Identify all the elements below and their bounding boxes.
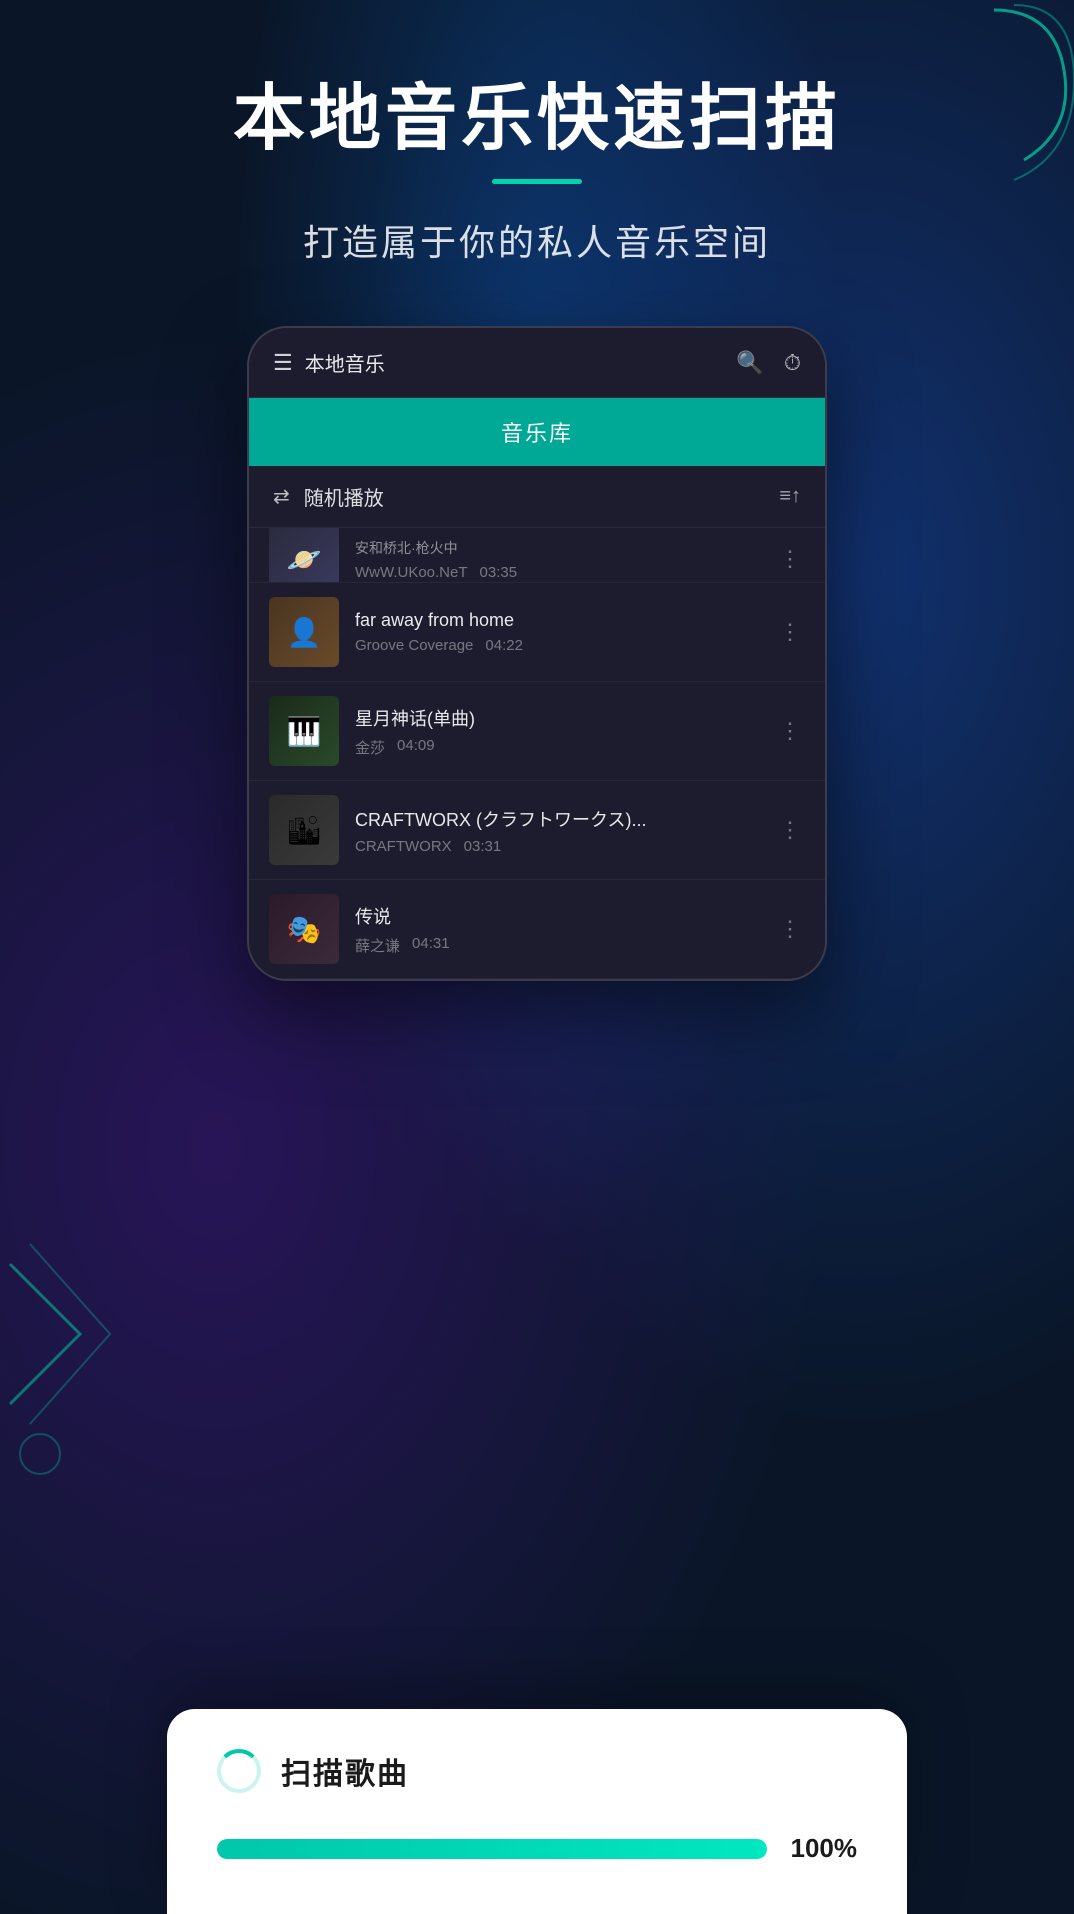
song-duration-0: 03:35: [480, 564, 518, 581]
hamburger-icon[interactable]: ☰: [273, 350, 293, 376]
song-meta-1: Groove Coverage 04:22: [355, 637, 759, 654]
progress-text: 100%: [787, 1833, 857, 1864]
music-library-tab[interactable]: 音乐库: [249, 398, 825, 466]
song-meta-2: 金莎 04:09: [355, 737, 759, 758]
list-item: 🏙 CRAFTWORX (クラフトワークス)... CRAFTWORX 03:3…: [249, 781, 825, 880]
shuffle-icon[interactable]: ⇄: [273, 484, 290, 509]
deco-bottom-left: [0, 1214, 180, 1514]
list-item: 🎭 传说 薛之谦 04:31 ⋮: [249, 880, 825, 979]
song-meta-3: CRAFTWORX 03:31: [355, 838, 759, 855]
app-header-title: 本地音乐: [305, 348, 385, 377]
song-artist-2: 金莎: [355, 737, 385, 758]
song-duration-4: 04:31: [412, 935, 450, 956]
song-title-1: far away from home: [355, 610, 759, 631]
timer-icon[interactable]: ⏱: [784, 350, 801, 376]
song-more-2[interactable]: ⋮: [775, 714, 805, 748]
song-more-1[interactable]: ⋮: [775, 615, 805, 649]
sort-icon[interactable]: ≡↑: [779, 485, 801, 508]
song-more-0[interactable]: ⋮: [775, 542, 805, 576]
album-art-0: 🪐: [269, 528, 339, 583]
song-more-4[interactable]: ⋮: [775, 912, 805, 946]
song-info-3: CRAFTWORX (クラフトワークス)... CRAFTWORX 03:31: [355, 806, 759, 855]
progress-container: 100%: [217, 1833, 857, 1864]
song-list: 🪐 安和桥北·枪火中 WwW.UKoo.NeT 03:35 ⋮ 👤 far: [249, 528, 825, 979]
song-info-4: 传说 薛之谦 04:31: [355, 903, 759, 956]
song-artist-4: 薛之谦: [355, 935, 400, 956]
song-info-1: far away from home Groove Coverage 04:22: [355, 610, 759, 654]
scan-title: 扫描歌曲: [281, 1749, 409, 1793]
album-art-3: 🏙: [269, 795, 339, 865]
app-header: ☰ 本地音乐 🔍 ⏱: [249, 328, 825, 398]
song-more-3[interactable]: ⋮: [775, 813, 805, 847]
song-artist-1: Groove Coverage: [355, 637, 473, 654]
progress-bar-background: [217, 1839, 767, 1859]
song-title-4: 传说: [355, 903, 759, 929]
list-item: 🎹 星月神话(单曲) 金莎 04:09 ⋮: [249, 682, 825, 781]
shuffle-row: ⇄ 随机播放 ≡↑: [249, 466, 825, 528]
song-duration-2: 04:09: [397, 737, 435, 758]
scan-header: 扫描歌曲: [217, 1749, 857, 1793]
sub-title: 打造属于你的私人音乐空间: [303, 214, 771, 266]
song-title-2: 星月神话(单曲): [355, 705, 759, 731]
song-info-2: 星月神话(单曲) 金莎 04:09: [355, 705, 759, 758]
song-artist-3: CRAFTWORX: [355, 838, 452, 855]
scan-spinner: [217, 1749, 261, 1793]
title-underline: [492, 179, 582, 184]
shuffle-label: 随机播放: [304, 482, 384, 511]
song-meta-0: WwW.UKoo.NeT 03:35: [355, 564, 759, 581]
progress-bar-fill: [217, 1839, 767, 1859]
music-library-label: 音乐库: [501, 421, 573, 446]
list-item: 👤 far away from home Groove Coverage 04:…: [249, 583, 825, 682]
song-duration-1: 04:22: [485, 637, 523, 654]
song-meta-4: 薛之谦 04:31: [355, 935, 759, 956]
search-icon[interactable]: 🔍: [736, 350, 763, 376]
album-art-4: 🎭: [269, 894, 339, 964]
scan-dialog: 扫描歌曲 100%: [167, 1709, 907, 1914]
song-item-partial: 🪐 安和桥北·枪火中 WwW.UKoo.NeT 03:35 ⋮: [249, 528, 825, 583]
song-title-3: CRAFTWORX (クラフトワークス)...: [355, 806, 759, 832]
shuffle-left: ⇄ 随机播放: [273, 482, 384, 511]
album-art-1: 👤: [269, 597, 339, 667]
header-left: ☰ 本地音乐: [273, 348, 385, 377]
song-info-0: 安和桥北·枪火中 WwW.UKoo.NeT 03:35: [355, 538, 759, 581]
album-art-2: 🎹: [269, 696, 339, 766]
header-icons: 🔍 ⏱: [736, 350, 801, 376]
main-title: 本地音乐快速扫描: [233, 80, 841, 159]
song-artist-0: WwW.UKoo.NeT: [355, 564, 468, 581]
main-content: 本地音乐快速扫描 打造属于你的私人音乐空间 ☰ 本地音乐 🔍 ⏱ 音乐库 ⇄ 随…: [0, 0, 1074, 981]
phone-mockup: ☰ 本地音乐 🔍 ⏱ 音乐库 ⇄ 随机播放 ≡↑ 🪐: [247, 326, 827, 981]
song-title-0: 安和桥北·枪火中: [355, 538, 759, 558]
song-duration-3: 03:31: [464, 838, 502, 855]
